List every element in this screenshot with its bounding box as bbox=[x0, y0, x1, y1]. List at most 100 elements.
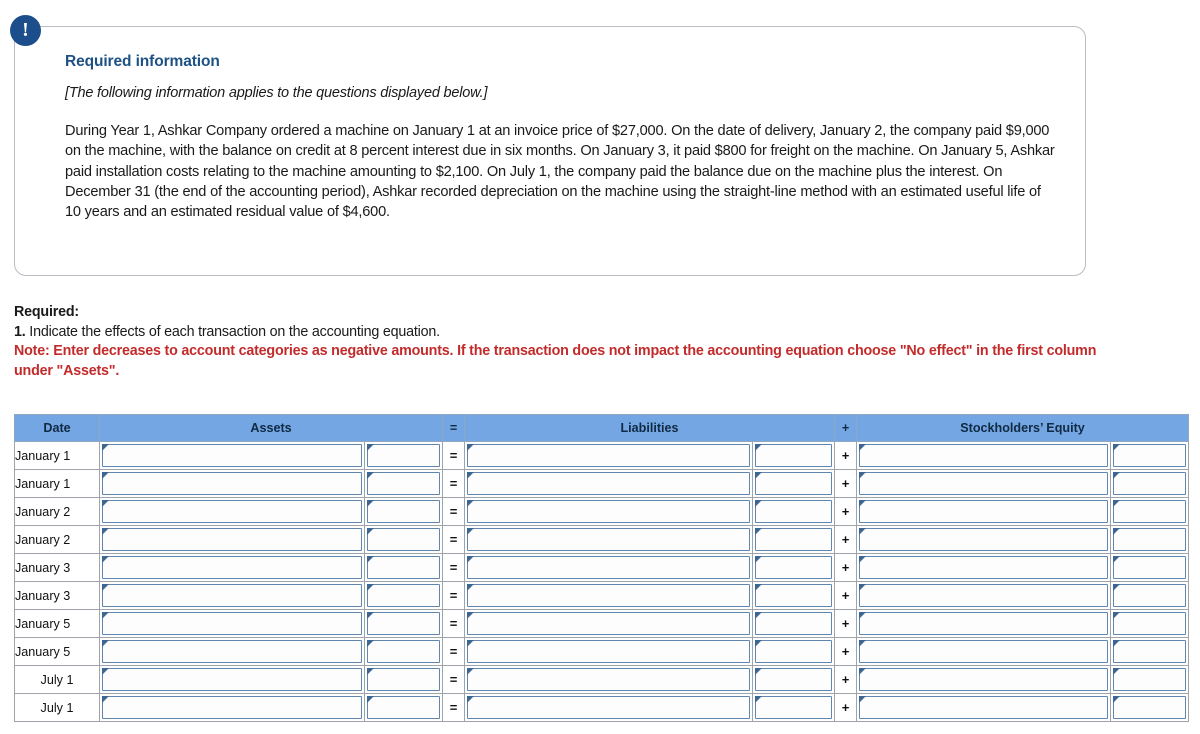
assets-amount-input-input[interactable] bbox=[367, 612, 440, 635]
assets-amount-input-input[interactable] bbox=[367, 472, 440, 495]
equity-amount-input-input[interactable] bbox=[1113, 444, 1187, 467]
assets-amount-input[interactable] bbox=[364, 553, 443, 582]
liabilities-amount-input-input[interactable] bbox=[755, 584, 832, 607]
liabilities-amount-input[interactable] bbox=[752, 693, 835, 722]
equity-amount-input-input[interactable] bbox=[1113, 500, 1187, 523]
equity-account-select-input[interactable] bbox=[859, 444, 1108, 467]
liabilities-amount-input[interactable] bbox=[752, 553, 835, 582]
liabilities-amount-input[interactable] bbox=[752, 637, 835, 666]
assets-account-select[interactable] bbox=[99, 581, 365, 610]
equity-account-select-input[interactable] bbox=[859, 528, 1108, 551]
liabilities-account-select-input[interactable] bbox=[467, 556, 750, 579]
assets-amount-input[interactable] bbox=[364, 469, 443, 498]
equity-account-select-input[interactable] bbox=[859, 612, 1108, 635]
liabilities-amount-input[interactable] bbox=[752, 497, 835, 526]
assets-amount-input[interactable] bbox=[364, 497, 443, 526]
liabilities-account-select-input[interactable] bbox=[467, 696, 750, 719]
equity-account-select[interactable] bbox=[856, 497, 1111, 526]
equity-account-select-input[interactable] bbox=[859, 640, 1108, 663]
liabilities-account-select[interactable] bbox=[464, 609, 753, 638]
equity-account-select-input[interactable] bbox=[859, 668, 1108, 691]
liabilities-amount-input-input[interactable] bbox=[755, 444, 832, 467]
assets-account-select-input[interactable] bbox=[102, 668, 362, 691]
liabilities-account-select-input[interactable] bbox=[467, 612, 750, 635]
liabilities-amount-input[interactable] bbox=[752, 525, 835, 554]
assets-account-select-input[interactable] bbox=[102, 612, 362, 635]
equity-amount-input-input[interactable] bbox=[1113, 612, 1187, 635]
equity-amount-input-input[interactable] bbox=[1113, 696, 1187, 719]
liabilities-amount-input[interactable] bbox=[752, 441, 835, 470]
equity-amount-input[interactable] bbox=[1109, 637, 1190, 666]
assets-account-select-input[interactable] bbox=[102, 528, 362, 551]
assets-account-select-input[interactable] bbox=[102, 584, 362, 607]
equity-account-select[interactable] bbox=[856, 693, 1111, 722]
equity-account-select-input[interactable] bbox=[859, 472, 1108, 495]
assets-amount-input[interactable] bbox=[364, 693, 443, 722]
equity-amount-input-input[interactable] bbox=[1113, 472, 1187, 495]
liabilities-amount-input-input[interactable] bbox=[755, 528, 832, 551]
assets-amount-input[interactable] bbox=[364, 665, 443, 694]
equity-account-select-input[interactable] bbox=[859, 500, 1108, 523]
liabilities-amount-input[interactable] bbox=[752, 665, 835, 694]
assets-account-select-input[interactable] bbox=[102, 444, 362, 467]
assets-amount-input-input[interactable] bbox=[367, 640, 440, 663]
equity-amount-input-input[interactable] bbox=[1113, 528, 1187, 551]
equity-account-select-input[interactable] bbox=[859, 556, 1108, 579]
equity-amount-input-input[interactable] bbox=[1113, 556, 1187, 579]
liabilities-account-select-input[interactable] bbox=[467, 584, 750, 607]
assets-account-select[interactable] bbox=[99, 441, 365, 470]
liabilities-account-select[interactable] bbox=[464, 469, 753, 498]
liabilities-account-select[interactable] bbox=[464, 525, 753, 554]
equity-amount-input[interactable] bbox=[1109, 497, 1190, 526]
equity-account-select[interactable] bbox=[856, 553, 1111, 582]
equity-amount-input[interactable] bbox=[1109, 693, 1190, 722]
assets-account-select[interactable] bbox=[99, 525, 365, 554]
assets-amount-input-input[interactable] bbox=[367, 444, 440, 467]
equity-amount-input[interactable] bbox=[1109, 609, 1190, 638]
assets-account-select-input[interactable] bbox=[102, 696, 362, 719]
liabilities-account-select[interactable] bbox=[464, 497, 753, 526]
assets-account-select[interactable] bbox=[99, 553, 365, 582]
equity-amount-input-input[interactable] bbox=[1113, 584, 1187, 607]
equity-account-select[interactable] bbox=[856, 581, 1111, 610]
liabilities-amount-input-input[interactable] bbox=[755, 500, 832, 523]
equity-amount-input-input[interactable] bbox=[1113, 640, 1187, 663]
equity-amount-input[interactable] bbox=[1109, 525, 1190, 554]
assets-amount-input-input[interactable] bbox=[367, 500, 440, 523]
liabilities-account-select[interactable] bbox=[464, 581, 753, 610]
equity-amount-input[interactable] bbox=[1109, 581, 1190, 610]
assets-amount-input-input[interactable] bbox=[367, 556, 440, 579]
liabilities-amount-input-input[interactable] bbox=[755, 612, 832, 635]
equity-amount-input-input[interactable] bbox=[1113, 668, 1187, 691]
assets-amount-input[interactable] bbox=[364, 441, 443, 470]
assets-account-select-input[interactable] bbox=[102, 556, 362, 579]
liabilities-account-select[interactable] bbox=[464, 665, 753, 694]
assets-account-select[interactable] bbox=[99, 665, 365, 694]
liabilities-amount-input[interactable] bbox=[752, 469, 835, 498]
assets-account-select-input[interactable] bbox=[102, 640, 362, 663]
assets-account-select[interactable] bbox=[99, 469, 365, 498]
assets-account-select[interactable] bbox=[99, 637, 365, 666]
liabilities-account-select[interactable] bbox=[464, 553, 753, 582]
equity-account-select-input[interactable] bbox=[859, 584, 1108, 607]
equity-account-select[interactable] bbox=[856, 525, 1111, 554]
assets-amount-input-input[interactable] bbox=[367, 528, 440, 551]
assets-account-select-input[interactable] bbox=[102, 500, 362, 523]
assets-account-select-input[interactable] bbox=[102, 472, 362, 495]
liabilities-account-select-input[interactable] bbox=[467, 668, 750, 691]
assets-amount-input[interactable] bbox=[364, 609, 443, 638]
assets-account-select[interactable] bbox=[99, 609, 365, 638]
equity-account-select[interactable] bbox=[856, 441, 1111, 470]
assets-amount-input-input[interactable] bbox=[367, 668, 440, 691]
liabilities-amount-input-input[interactable] bbox=[755, 556, 832, 579]
liabilities-account-select-input[interactable] bbox=[467, 444, 750, 467]
liabilities-amount-input-input[interactable] bbox=[755, 668, 832, 691]
assets-account-select[interactable] bbox=[99, 497, 365, 526]
liabilities-account-select[interactable] bbox=[464, 441, 753, 470]
equity-account-select-input[interactable] bbox=[859, 696, 1108, 719]
liabilities-account-select[interactable] bbox=[464, 637, 753, 666]
equity-account-select[interactable] bbox=[856, 469, 1111, 498]
assets-amount-input[interactable] bbox=[364, 637, 443, 666]
equity-amount-input[interactable] bbox=[1109, 665, 1190, 694]
equity-account-select[interactable] bbox=[856, 665, 1111, 694]
